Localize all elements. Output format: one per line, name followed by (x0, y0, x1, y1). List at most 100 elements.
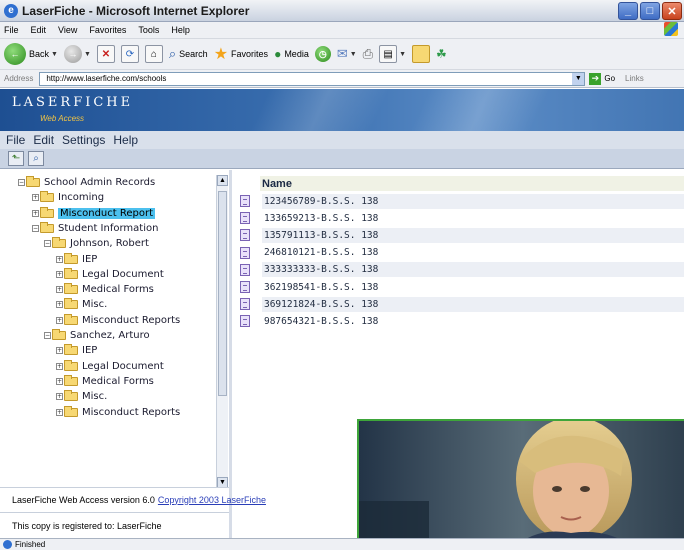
favorites-button[interactable]: ★ Favorites (214, 44, 268, 64)
pane-divider[interactable] (229, 170, 232, 538)
expand-icon[interactable]: + (32, 194, 39, 202)
document-row[interactable]: 362198541-B.S.S. 138 (233, 279, 684, 295)
tree-item[interactable]: + Medical Forms (56, 283, 154, 296)
refresh-button[interactable]: ⟳ (120, 45, 139, 63)
up-folder-button[interactable]: ⬑ (8, 151, 24, 166)
tree-item[interactable]: + Misconduct Reports (56, 405, 180, 419)
tree-item[interactable]: − Student Information (32, 221, 158, 235)
expand-icon[interactable]: + (56, 316, 63, 324)
tree-item-label: Legal Document (82, 360, 164, 372)
tree-item[interactable]: + Misc. (56, 390, 107, 403)
expand-icon[interactable]: + (56, 270, 63, 278)
document-name: 133659213-B.S.S. 138 (263, 212, 379, 224)
document-row[interactable]: 333333333-B.S.S. 138 (233, 262, 684, 278)
tree-item-label: IEP (82, 253, 98, 265)
tree-item[interactable]: + Misc. (56, 298, 107, 311)
woman-photo (357, 419, 684, 550)
collapse-icon[interactable]: − (18, 179, 25, 186)
document-icon (240, 229, 250, 242)
scroll-up-icon[interactable]: ▲ (217, 175, 228, 186)
copyright-link[interactable]: Copyright 2003 LaserFiche (158, 495, 266, 505)
mail-button[interactable]: ✉ ▼ (337, 46, 357, 62)
edit-button[interactable]: ▤ ▼ (379, 45, 406, 63)
tree-scrollbar[interactable]: ▲ ▼ (216, 175, 228, 488)
expand-icon[interactable]: + (56, 408, 63, 416)
tree-item[interactable]: − Sanchez, Arturo (44, 329, 150, 342)
document-icon (240, 212, 250, 225)
ie-menu-favorites[interactable]: Favorites (89, 25, 126, 35)
registered-text: This copy is registered to: LaserFiche (12, 520, 162, 531)
minimize-button[interactable]: _ (618, 2, 638, 20)
ie-menu-file[interactable]: File (4, 25, 19, 35)
tree-item[interactable]: + Legal Document (56, 267, 164, 281)
media-icon: ● (274, 47, 282, 61)
expand-icon[interactable]: + (56, 255, 63, 263)
folder-icon (412, 45, 431, 63)
document-row[interactable]: 987654321-B.S.S. 138 (233, 313, 684, 329)
tree-item[interactable]: + Legal Document (56, 359, 164, 373)
stop-button[interactable]: ✕ (96, 45, 115, 63)
back-label: Back (29, 49, 50, 59)
document-row[interactable]: 133659213-B.S.S. 138 (233, 210, 684, 226)
search-button-app[interactable]: ⌕ (28, 151, 44, 166)
history-button[interactable]: ◷ (314, 46, 331, 62)
column-header-name[interactable]: Name (260, 176, 684, 191)
document-row[interactable]: 123456789-B.S.S. 138 (233, 193, 684, 209)
app-menu-file[interactable]: File (6, 133, 25, 147)
expand-icon[interactable]: + (56, 393, 63, 401)
expand-icon[interactable]: + (56, 377, 63, 385)
search-button[interactable]: ⌕ Search (169, 46, 208, 62)
app-menu-help[interactable]: Help (113, 133, 138, 147)
back-button[interactable]: ← Back ▼ (4, 43, 58, 65)
ie-menu-tools[interactable]: Tools (138, 25, 159, 35)
banner-subtitle: Web Access (40, 114, 85, 123)
media-button[interactable]: ● Media (274, 47, 309, 61)
tree-item[interactable]: + Medical Forms (56, 374, 154, 388)
media-label: Media (284, 49, 309, 59)
expand-icon[interactable]: + (32, 209, 39, 217)
expand-icon[interactable]: + (56, 286, 63, 294)
back-arrow-icon: ← (4, 43, 26, 65)
chevron-down-icon: ▼ (349, 50, 357, 58)
tree-item[interactable]: − Johnson, Robert (44, 237, 149, 250)
messenger-button[interactable]: ☘ (436, 47, 447, 61)
document-row[interactable]: 135791113-B.S.S. 138 (233, 227, 684, 243)
tree-item[interactable]: − School Admin Records (18, 176, 155, 189)
chevron-down-icon[interactable]: ▼ (572, 72, 585, 85)
document-row[interactable]: 246810121-B.S.S. 138 (233, 245, 684, 261)
document-row[interactable]: 369121824-B.S.S. 138 (233, 296, 684, 312)
app-menu-edit[interactable]: Edit (33, 133, 54, 147)
home-button[interactable]: ⌂ (144, 45, 163, 63)
ie-menu-edit[interactable]: Edit (31, 25, 47, 35)
scroll-thumb[interactable] (218, 191, 227, 396)
expand-icon[interactable]: + (56, 301, 63, 309)
maximize-button[interactable]: □ (640, 2, 660, 20)
links-button[interactable]: Links (625, 74, 644, 83)
window-title: LaserFiche - Microsoft Internet Explorer (22, 3, 250, 18)
print-button[interactable]: ⎙ (363, 46, 373, 62)
ie-menu-help[interactable]: Help (171, 25, 190, 35)
folder-icon (64, 283, 78, 295)
ie-page-icon (3, 540, 12, 549)
address-input[interactable]: http://www.laserfiche.com/schools ▼ (39, 71, 586, 86)
expand-icon[interactable]: + (56, 347, 63, 355)
tree-item[interactable]: + Misconduct Report (32, 206, 156, 220)
tree-item[interactable]: + IEP (56, 344, 97, 357)
tree-item-label: Misconduct Report (58, 207, 156, 219)
collapse-icon[interactable]: − (44, 332, 51, 339)
tree-item[interactable]: + IEP (56, 252, 98, 266)
tree-item[interactable]: + Incoming (32, 191, 104, 204)
folder-icon (64, 313, 78, 325)
forward-button[interactable]: → ▼ (63, 45, 91, 63)
discuss-button[interactable] (412, 45, 431, 63)
close-button[interactable]: ✕ (662, 2, 682, 20)
tree-item[interactable]: + Misconduct Reports (56, 313, 180, 327)
edit-icon: ▤ (379, 45, 398, 63)
ie-menu-view[interactable]: View (58, 25, 77, 35)
collapse-icon[interactable]: − (32, 224, 39, 232)
woman-photo-illustration (359, 421, 684, 550)
app-menu-settings[interactable]: Settings (62, 133, 105, 147)
expand-icon[interactable]: + (56, 362, 63, 370)
go-button[interactable]: ➔ Go (589, 72, 615, 85)
collapse-icon[interactable]: − (44, 240, 51, 248)
